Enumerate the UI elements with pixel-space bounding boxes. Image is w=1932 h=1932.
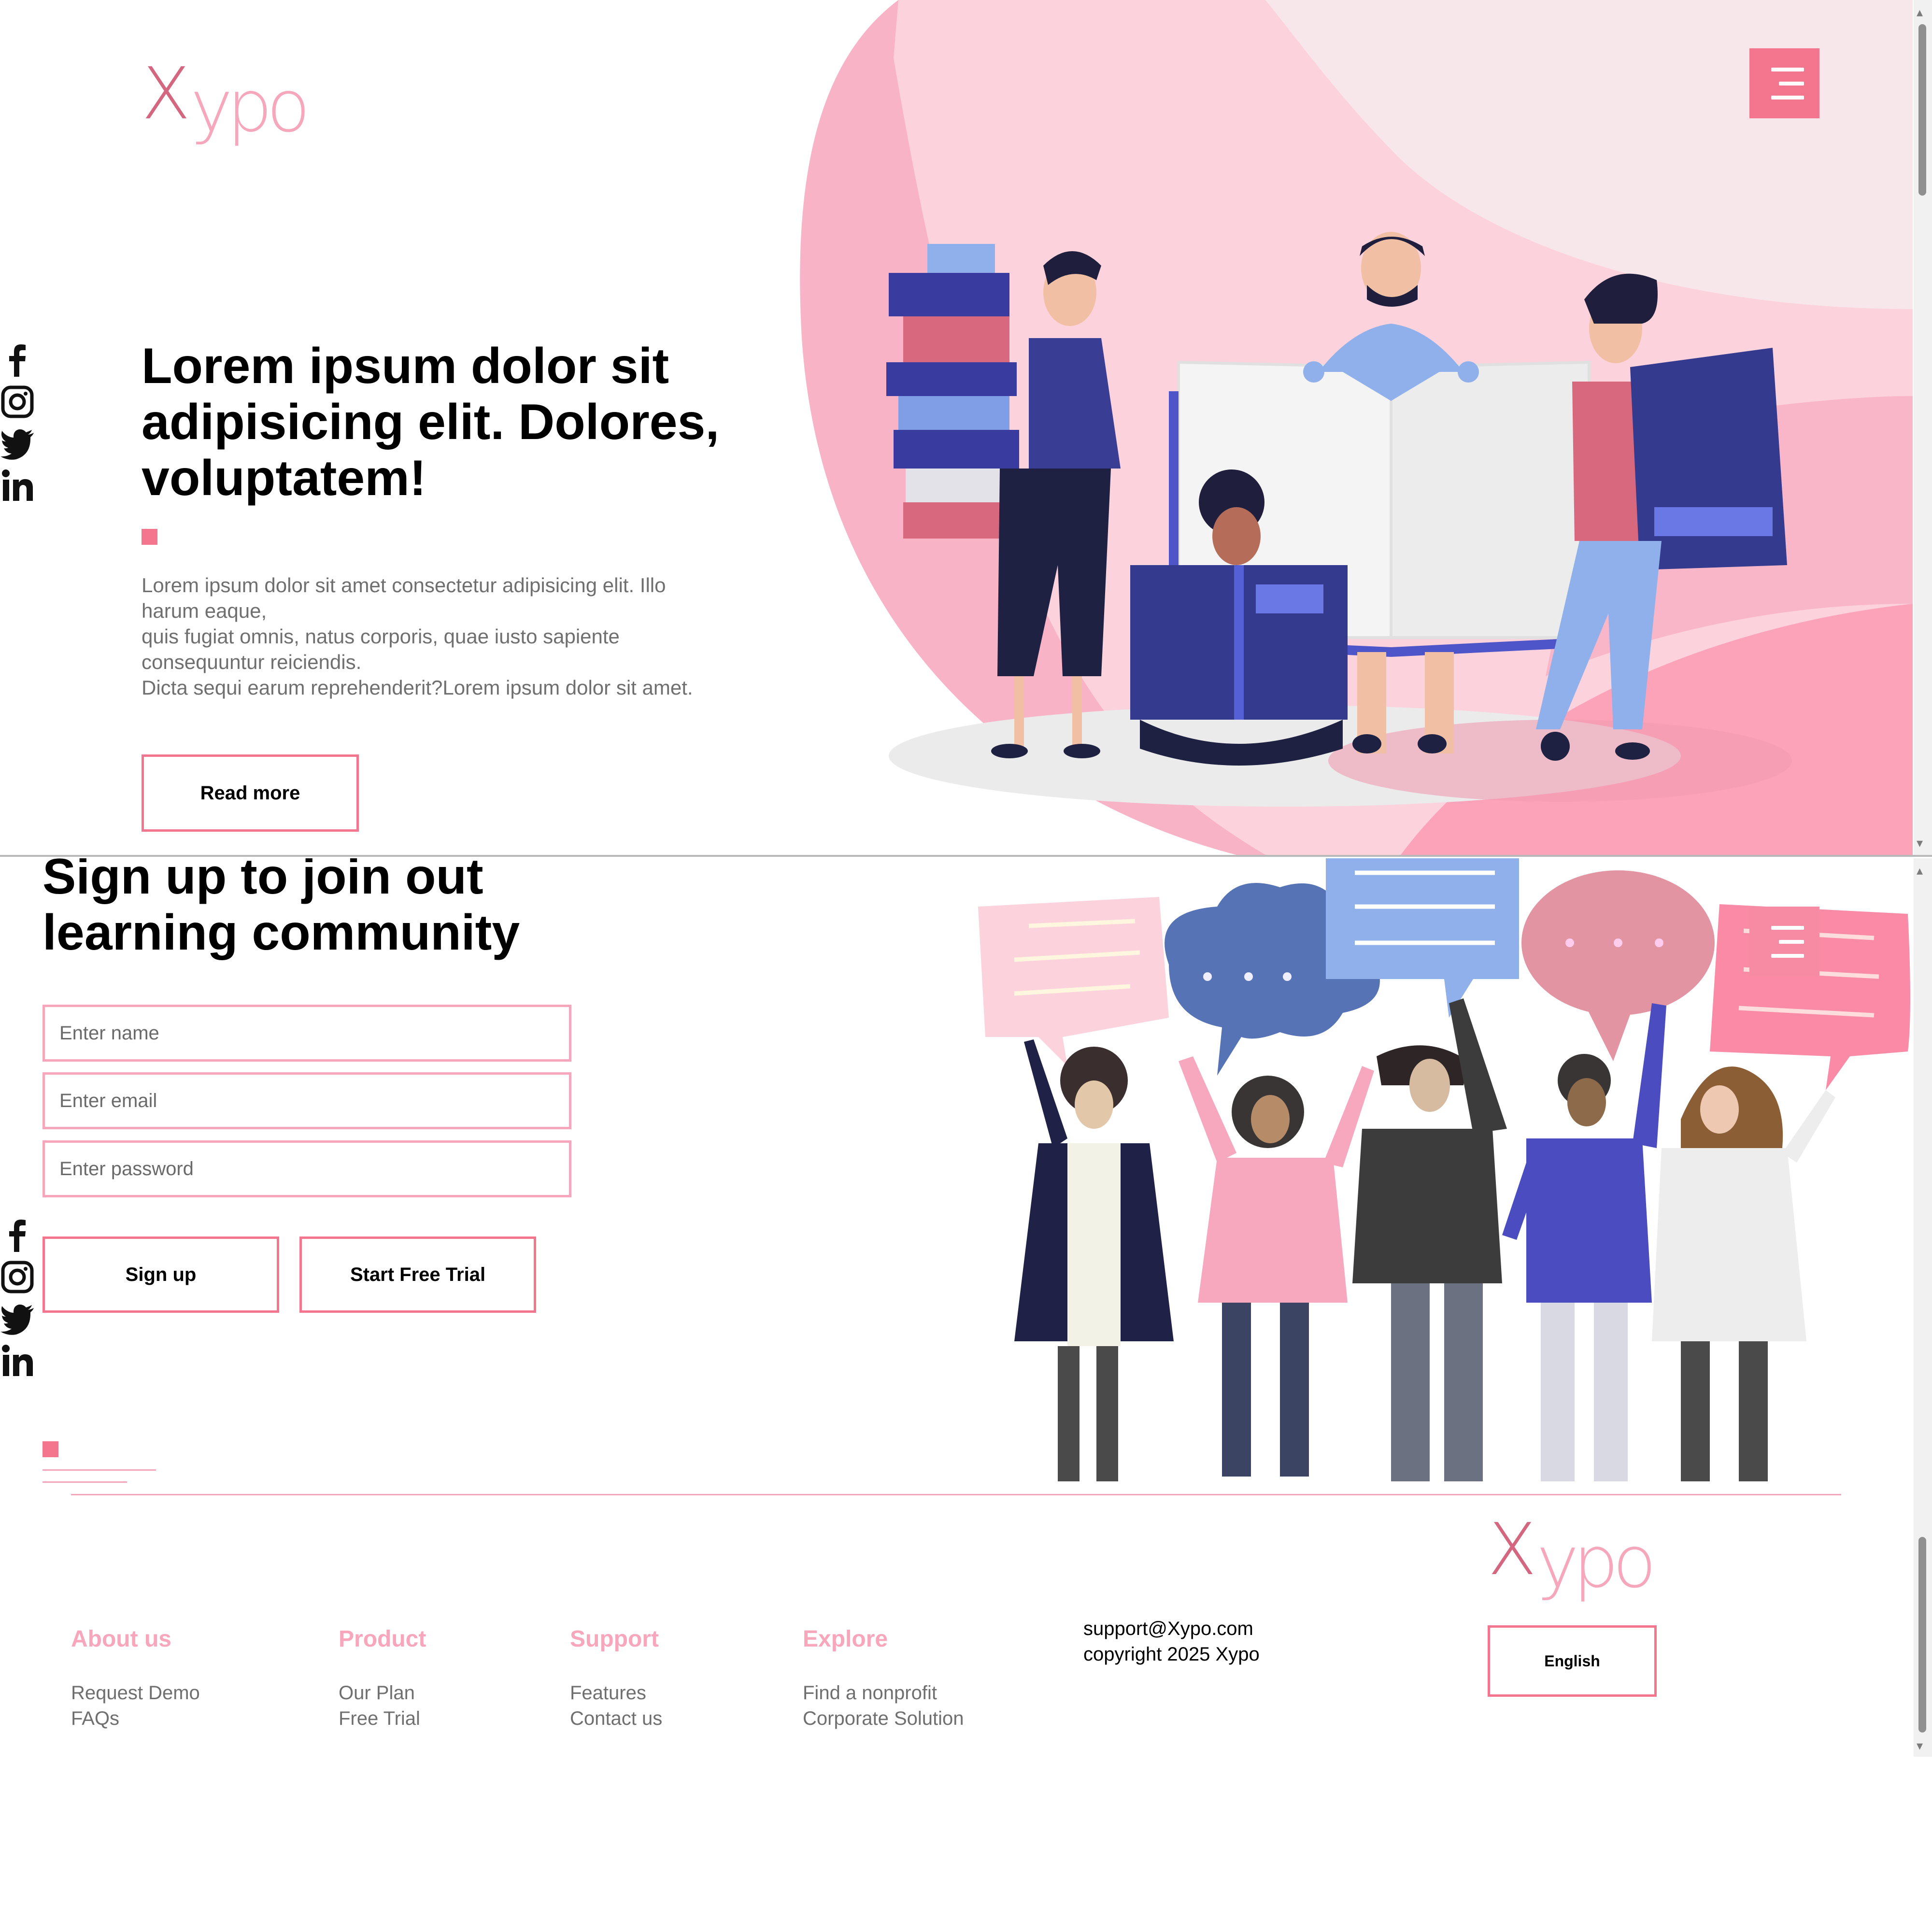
hero-text-line-1: Lorem ipsum dolor sit amet consectetur a… xyxy=(142,574,666,622)
scroll-up-icon[interactable]: ▴ xyxy=(1917,863,1923,878)
logo-rest: ypo xyxy=(190,65,310,148)
footer-link-faqs[interactable]: FAQs xyxy=(71,1706,200,1732)
footer-link-features[interactable]: Features xyxy=(570,1680,662,1706)
email-input[interactable] xyxy=(43,1072,571,1129)
footer-divider xyxy=(71,1494,1841,1495)
hero-scrollbar[interactable]: ▴ ▾ xyxy=(1914,0,1932,855)
linkedin-icon[interactable] xyxy=(0,468,35,502)
menu-icon-line-1 xyxy=(1771,926,1804,930)
logo-x: X xyxy=(142,52,191,135)
copyright-text: copyright 2025 Xypo xyxy=(1083,1644,1260,1665)
instagram-icon[interactable] xyxy=(0,384,35,419)
hero-section: Xypo Lorem ipsum dolor sit adipisicing e… xyxy=(0,0,1932,855)
hero-text-line-3: Dicta sequi earum reprehenderit?Lorem ip… xyxy=(142,676,693,699)
accent-line-1 xyxy=(43,1469,156,1471)
read-more-button[interactable]: Read more xyxy=(142,754,359,832)
hero-illustration xyxy=(886,232,1787,766)
footer-link-request-demo[interactable]: Request Demo xyxy=(71,1680,200,1706)
hero-text-line-2: quis fugiat omnis, natus corporis, quae … xyxy=(142,625,620,673)
menu-button[interactable] xyxy=(1749,907,1819,977)
footer-logo-x: X xyxy=(1488,1508,1537,1591)
footer-heading-about: About us xyxy=(71,1626,171,1652)
menu-icon-line-2 xyxy=(1779,940,1804,944)
footer-column-product: Product Our Plan Free Trial xyxy=(339,1626,426,1732)
menu-icon-line-2 xyxy=(1779,82,1804,85)
twitter-icon[interactable] xyxy=(0,1301,35,1336)
footer-link-contact-us[interactable]: Contact us xyxy=(570,1706,662,1732)
support-email[interactable]: support@Xypo.com xyxy=(1083,1618,1253,1639)
footer-logo[interactable]: Xypo xyxy=(1488,1508,1656,1604)
facebook-icon[interactable] xyxy=(0,343,35,378)
footer-link-free-trial[interactable]: Free Trial xyxy=(339,1706,426,1732)
frame-divider xyxy=(0,855,1932,857)
hero-description: Lorem ipsum dolor sit amet consectetur a… xyxy=(142,572,716,700)
footer-link-our-plan[interactable]: Our Plan xyxy=(339,1680,426,1706)
footer-link-corporate-solution[interactable]: Corporate Solution xyxy=(803,1706,964,1732)
accent-line-2 xyxy=(43,1481,127,1483)
scroll-down-icon[interactable]: ▾ xyxy=(1917,1738,1923,1753)
twitter-icon[interactable] xyxy=(0,426,35,461)
menu-icon-line-3 xyxy=(1771,96,1804,99)
footer-contact: support@Xypo.com copyright 2025 Xypo xyxy=(1083,1616,1260,1667)
menu-icon-line-3 xyxy=(1771,954,1804,958)
scroll-down-icon[interactable]: ▾ xyxy=(1917,836,1923,850)
footer-column-about: About us Request Demo FAQs xyxy=(71,1626,200,1732)
footer-heading-support: Support xyxy=(570,1626,659,1652)
signup-button[interactable]: Sign up xyxy=(43,1236,279,1313)
language-button[interactable]: English xyxy=(1488,1625,1657,1697)
scroll-up-icon[interactable]: ▴ xyxy=(1917,5,1923,19)
footer-column-explore: Explore Find a nonprofit Corporate Solut… xyxy=(803,1626,964,1732)
name-input[interactable] xyxy=(43,1005,571,1062)
social-links xyxy=(0,343,39,509)
logo[interactable]: Xypo xyxy=(142,52,310,148)
password-input[interactable] xyxy=(43,1140,571,1197)
footer-heading-explore: Explore xyxy=(803,1626,888,1652)
accent-square xyxy=(43,1441,58,1457)
hero-title: Lorem ipsum dolor sit adipisicing elit. … xyxy=(142,338,720,506)
instagram-icon[interactable] xyxy=(0,1260,35,1294)
facebook-icon[interactable] xyxy=(0,1218,35,1253)
hero-scroll-thumb[interactable] xyxy=(1918,24,1926,196)
footer-heading-product: Product xyxy=(339,1626,426,1652)
menu-button[interactable] xyxy=(1749,48,1819,118)
menu-icon-line-1 xyxy=(1771,68,1804,71)
start-free-trial-button[interactable]: Start Free Trial xyxy=(299,1236,536,1313)
accent-square xyxy=(142,529,157,545)
linkedin-icon[interactable] xyxy=(0,1343,35,1378)
social-links xyxy=(0,1218,39,1384)
page-scroll-thumb[interactable] xyxy=(1918,1537,1926,1733)
footer-column-support: Support Features Contact us xyxy=(570,1626,662,1732)
signup-title: Sign up to join out learning community xyxy=(43,858,520,961)
footer-logo-rest: ypo xyxy=(1536,1520,1656,1604)
page-scrollbar[interactable]: ▴ ▾ xyxy=(1914,858,1932,1757)
footer-link-find-nonprofit[interactable]: Find a nonprofit xyxy=(803,1680,964,1706)
